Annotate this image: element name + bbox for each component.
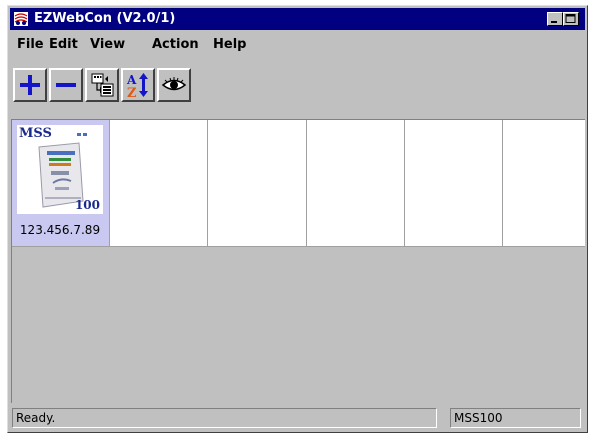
status-bar: Ready. MSS100 (10, 406, 585, 430)
minimize-button[interactable] (547, 12, 563, 26)
status-message-panel: Ready. (12, 408, 437, 428)
properties-list-icon (91, 73, 114, 97)
view-button[interactable] (157, 68, 191, 102)
device-cell-empty[interactable] (110, 120, 208, 247)
sort-az-icon: A Z (126, 73, 148, 98)
sort-button[interactable]: A Z (121, 68, 155, 102)
menu-help[interactable]: Help (213, 37, 246, 52)
view-eye-icon (161, 77, 187, 91)
device-cell-empty[interactable] (307, 120, 405, 247)
device-ip-label: 123.456.7.89 (19, 223, 101, 237)
svg-text:A: A (126, 73, 137, 87)
device-grid: MSS 100 123.456.7.89 (12, 120, 585, 247)
add-device-button[interactable] (13, 68, 47, 102)
status-device: MSS100 (454, 411, 503, 425)
minimize-icon (551, 21, 557, 23)
titlebar-edge (581, 12, 584, 26)
device-panel: MSS 100 123.456.7.89 (11, 119, 585, 403)
toolbar: A Z (11, 58, 585, 104)
window-title: EZWebCon (V2.0/1) (34, 11, 176, 26)
device-cell-empty[interactable] (405, 120, 503, 247)
svg-text:Z: Z (127, 86, 137, 98)
device-thumbnail[interactable]: MSS 100 (17, 125, 103, 214)
device-cell[interactable]: MSS 100 123.456.7.89 (12, 120, 110, 247)
status-device-panel: MSS100 (450, 408, 581, 428)
remove-icon (56, 83, 76, 87)
menu-file[interactable]: File (17, 37, 44, 52)
maximize-button[interactable] (563, 12, 579, 26)
maximize-icon (565, 14, 576, 23)
title-bar[interactable]: EZWebCon (V2.0/1) (10, 8, 585, 30)
app-window: EZWebCon (V2.0/1) File Edit View Action … (7, 5, 588, 433)
app-icon[interactable] (13, 11, 29, 27)
device-model-label: 100 (74, 198, 100, 212)
menu-view[interactable]: View (90, 37, 125, 52)
properties-button[interactable] (85, 68, 119, 102)
device-cell-empty[interactable] (208, 120, 307, 247)
remove-device-button[interactable] (49, 68, 83, 102)
menu-bar: File Edit View Action Help (10, 33, 585, 55)
add-icon (20, 75, 40, 95)
menu-edit[interactable]: Edit (49, 37, 78, 52)
status-message: Ready. (16, 411, 56, 425)
device-cell-empty[interactable] (503, 120, 585, 247)
menu-action[interactable]: Action (152, 37, 199, 52)
